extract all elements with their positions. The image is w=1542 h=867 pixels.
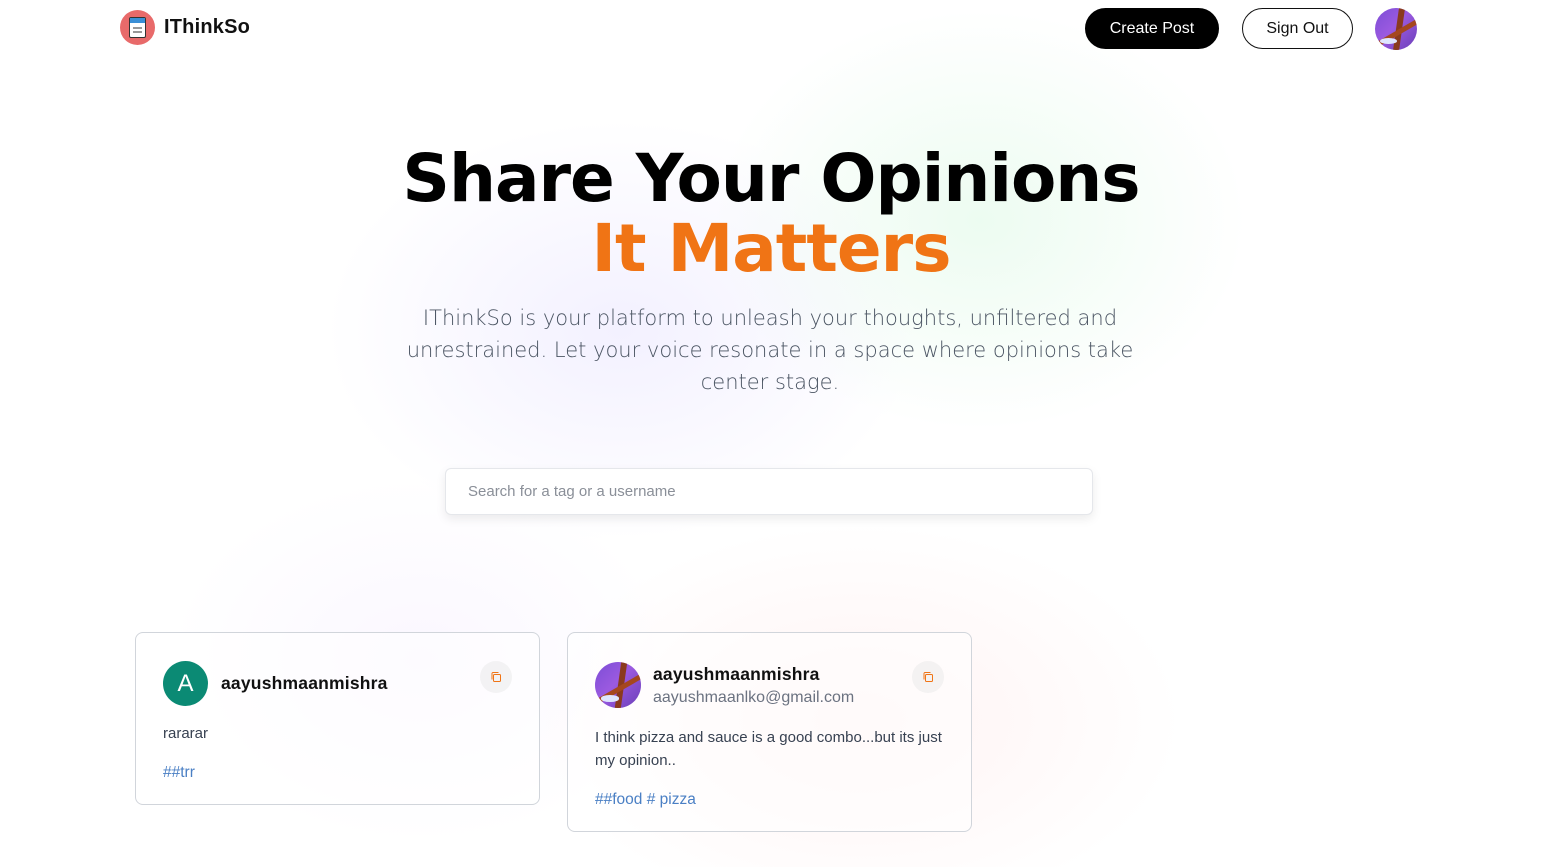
profile-avatar[interactable] <box>1375 8 1417 50</box>
search-input[interactable] <box>445 468 1093 515</box>
post-tags[interactable]: ##food # pizza <box>595 791 696 809</box>
user-avatar[interactable]: A <box>163 661 208 706</box>
top-navbar: IThinkSo Create Post Sign Out <box>0 0 1542 56</box>
post-content: I think pizza and sauce is a good combo.… <box>595 729 942 769</box>
post-user-email: aayushmaanlko@gmail.com <box>653 689 855 706</box>
user-avatar[interactable] <box>595 662 641 708</box>
hero-description: IThinkSo is your platform to unleash you… <box>406 306 1134 394</box>
logo-icon <box>120 10 155 45</box>
brand-name: IThinkSo <box>164 16 251 38</box>
post-card: aayushmaanmishra aayushmaanlko@gmail.com… <box>567 632 972 832</box>
brand-logo-link[interactable]: IThinkSo <box>120 10 250 45</box>
post-card: A aayushmaanmishra rararar ##trr <box>135 632 540 805</box>
post-content: rararar <box>163 725 209 742</box>
post-tags[interactable]: ##trr <box>163 764 195 782</box>
hero-highlight: It Matters <box>591 210 952 287</box>
copy-icon[interactable] <box>912 661 944 693</box>
post-username[interactable]: aayushmaanmishra <box>653 664 820 685</box>
copy-icon[interactable] <box>480 661 512 693</box>
post-username[interactable]: aayushmaanmishra <box>221 673 388 694</box>
hero-title: Share Your Opinions <box>402 140 1140 217</box>
create-post-button[interactable]: Create Post <box>1085 8 1219 49</box>
sign-out-button[interactable]: Sign Out <box>1242 8 1353 49</box>
